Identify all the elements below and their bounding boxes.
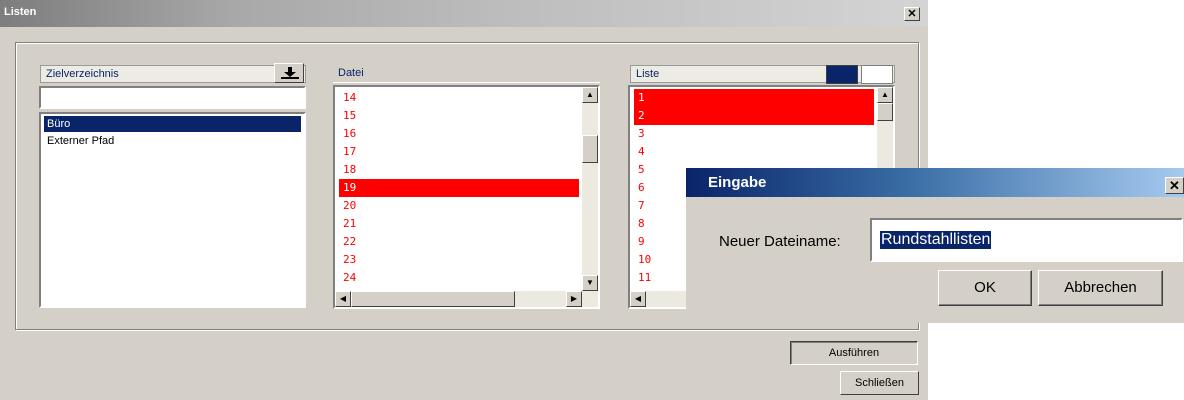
zielverzeichnis-label: Zielverzeichnis xyxy=(46,68,119,80)
color-swatch-dark[interactable] xyxy=(826,65,858,84)
liste-item[interactable]: 3 xyxy=(634,125,874,143)
window-title: Listen xyxy=(4,6,37,18)
datei-item[interactable]: 18 xyxy=(339,161,579,179)
datei-item[interactable]: 20 xyxy=(339,197,579,215)
datei-label: Datei xyxy=(338,67,364,79)
eingabe-dialog: Eingabe ✕ Neuer Dateiname: Rundstahllist… xyxy=(686,168,1184,323)
close-icon[interactable]: ✕ xyxy=(904,7,920,21)
datei-item[interactable]: 17 xyxy=(339,143,579,161)
zielverzeichnis-header: Zielverzeichnis xyxy=(40,65,306,83)
dialog-title: Eingabe xyxy=(708,174,767,191)
scroll-up-icon[interactable]: ▲ xyxy=(582,87,598,103)
datei-item[interactable]: 24 xyxy=(339,269,579,287)
datei-item[interactable]: 19 xyxy=(339,179,579,197)
datei-scroll-thumb[interactable] xyxy=(582,135,598,163)
window-titlebar[interactable]: Listen ✕ xyxy=(0,0,928,27)
zielverzeichnis-item[interactable]: Büro xyxy=(44,116,301,132)
dialog-titlebar[interactable]: Eingabe ✕ xyxy=(686,168,1184,197)
liste-scroll-thumb[interactable] xyxy=(877,103,893,121)
scroll-left-icon[interactable]: ◀ xyxy=(335,291,351,307)
filename-label: Neuer Dateiname: xyxy=(719,233,841,250)
datei-vertical-scrollbar[interactable]: ▲ ▼ xyxy=(582,87,598,291)
filename-input[interactable]: Rundstahllisten xyxy=(870,218,1183,262)
filename-input-value: Rundstahllisten xyxy=(880,231,992,249)
ok-button[interactable]: OK xyxy=(938,270,1032,306)
zielverzeichnis-list[interactable]: Büro Externer Pfad xyxy=(39,112,306,308)
liste-item[interactable]: 2 xyxy=(634,107,874,125)
color-swatch-light[interactable] xyxy=(861,65,893,84)
cancel-button[interactable]: Abbrechen xyxy=(1038,270,1163,306)
datei-item[interactable]: 14 xyxy=(339,89,579,107)
datei-item[interactable]: 21 xyxy=(339,215,579,233)
datei-hscroll-thumb[interactable] xyxy=(351,291,515,307)
close-icon[interactable]: ✕ xyxy=(1165,177,1184,194)
datei-item[interactable]: 22 xyxy=(339,233,579,251)
datei-item[interactable]: 16 xyxy=(339,125,579,143)
close-button[interactable]: Schließen xyxy=(840,371,919,395)
scroll-up-icon[interactable]: ▲ xyxy=(877,87,893,103)
download-icon xyxy=(281,67,299,79)
liste-item[interactable]: 4 xyxy=(634,143,874,161)
scroll-right-icon[interactable]: ▶ xyxy=(566,291,582,307)
zielverzeichnis-input[interactable] xyxy=(39,86,306,109)
datei-list[interactable]: 14 15 16 17 18 19 20 21 22 23 24 ▲ ▼ ◀ ▶ xyxy=(333,85,600,309)
scroll-down-icon[interactable]: ▼ xyxy=(582,275,598,291)
zielverzeichnis-download-button[interactable] xyxy=(274,63,304,83)
liste-item[interactable]: 1 xyxy=(634,89,874,107)
datei-horizontal-scrollbar[interactable]: ◀ ▶ xyxy=(335,291,598,307)
execute-button[interactable]: Ausführen xyxy=(790,341,918,365)
datei-item[interactable]: 15 xyxy=(339,107,579,125)
scroll-left-icon[interactable]: ◀ xyxy=(630,291,646,307)
datei-item[interactable]: 23 xyxy=(339,251,579,269)
zielverzeichnis-item[interactable]: Externer Pfad xyxy=(44,133,301,149)
liste-label: Liste xyxy=(636,68,660,80)
datei-items: 14 15 16 17 18 19 20 21 22 23 24 xyxy=(335,89,582,291)
datei-header: Datei xyxy=(333,65,600,83)
